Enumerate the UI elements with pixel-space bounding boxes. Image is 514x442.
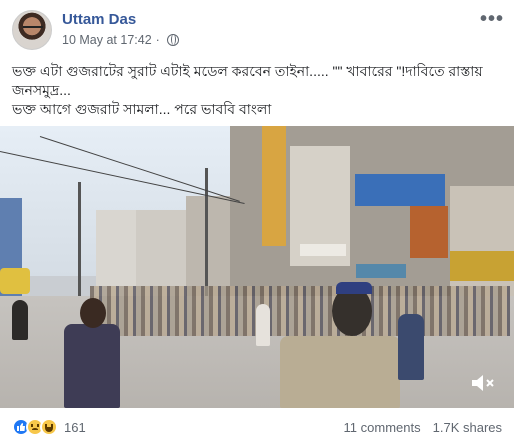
video-building	[186, 196, 231, 296]
comments-count[interactable]: 11 comments	[344, 420, 421, 435]
video-person	[64, 324, 120, 408]
author-name[interactable]: Uttam Das	[62, 11, 136, 28]
reactions-summary[interactable]: 161	[12, 418, 86, 436]
video-building-window	[300, 244, 346, 256]
reaction-count: 161	[64, 419, 86, 435]
video-pole	[78, 182, 81, 302]
video-player[interactable]	[0, 126, 514, 408]
video-building-window	[356, 264, 406, 278]
video-vehicle	[0, 268, 30, 294]
speaker-muted-icon[interactable]	[470, 372, 496, 394]
author-avatar[interactable]	[12, 10, 52, 50]
post-text-line-2: ভক্ত আগে গুজরাট সামলা... পরে ভাববি বাংলা	[12, 101, 272, 117]
post-timestamp[interactable]: 10 May at 17:42	[62, 33, 152, 47]
video-billboard	[355, 174, 445, 206]
video-billboard	[450, 251, 514, 281]
post-text-line-1: ভক্ত এটা গুজরাটের সুরাট এটাই মডেল করবেন …	[12, 63, 483, 98]
video-person-cap	[336, 282, 372, 294]
video-person-head	[80, 298, 106, 328]
video-pole	[205, 168, 208, 298]
post-meta: 10 May at 17:42 ·	[62, 33, 179, 47]
facebook-post: Uttam Das 10 May at 17:42 · ••• ভক্ত এটা…	[0, 0, 514, 442]
shares-count[interactable]: 1.7K shares	[433, 420, 502, 435]
engagement-counts: 11 comments 1.7K shares	[344, 420, 502, 435]
meta-separator: ·	[155, 33, 160, 47]
post-text: ভক্ত এটা গুজরাটের সুরাট এটাই মডেল করবেন …	[12, 62, 502, 119]
video-crowd	[90, 286, 510, 336]
video-person	[280, 336, 400, 408]
video-billboard	[410, 206, 448, 258]
video-building-facade	[262, 126, 286, 246]
video-person	[256, 304, 270, 346]
more-options-icon[interactable]: •••	[480, 8, 504, 31]
video-building	[136, 210, 186, 296]
video-person	[398, 314, 424, 380]
video-person	[12, 300, 28, 340]
post-footer: 161 11 comments 1.7K shares	[0, 410, 514, 442]
haha-icon	[40, 418, 58, 436]
video-building	[96, 210, 136, 296]
globe-icon	[166, 34, 179, 46]
